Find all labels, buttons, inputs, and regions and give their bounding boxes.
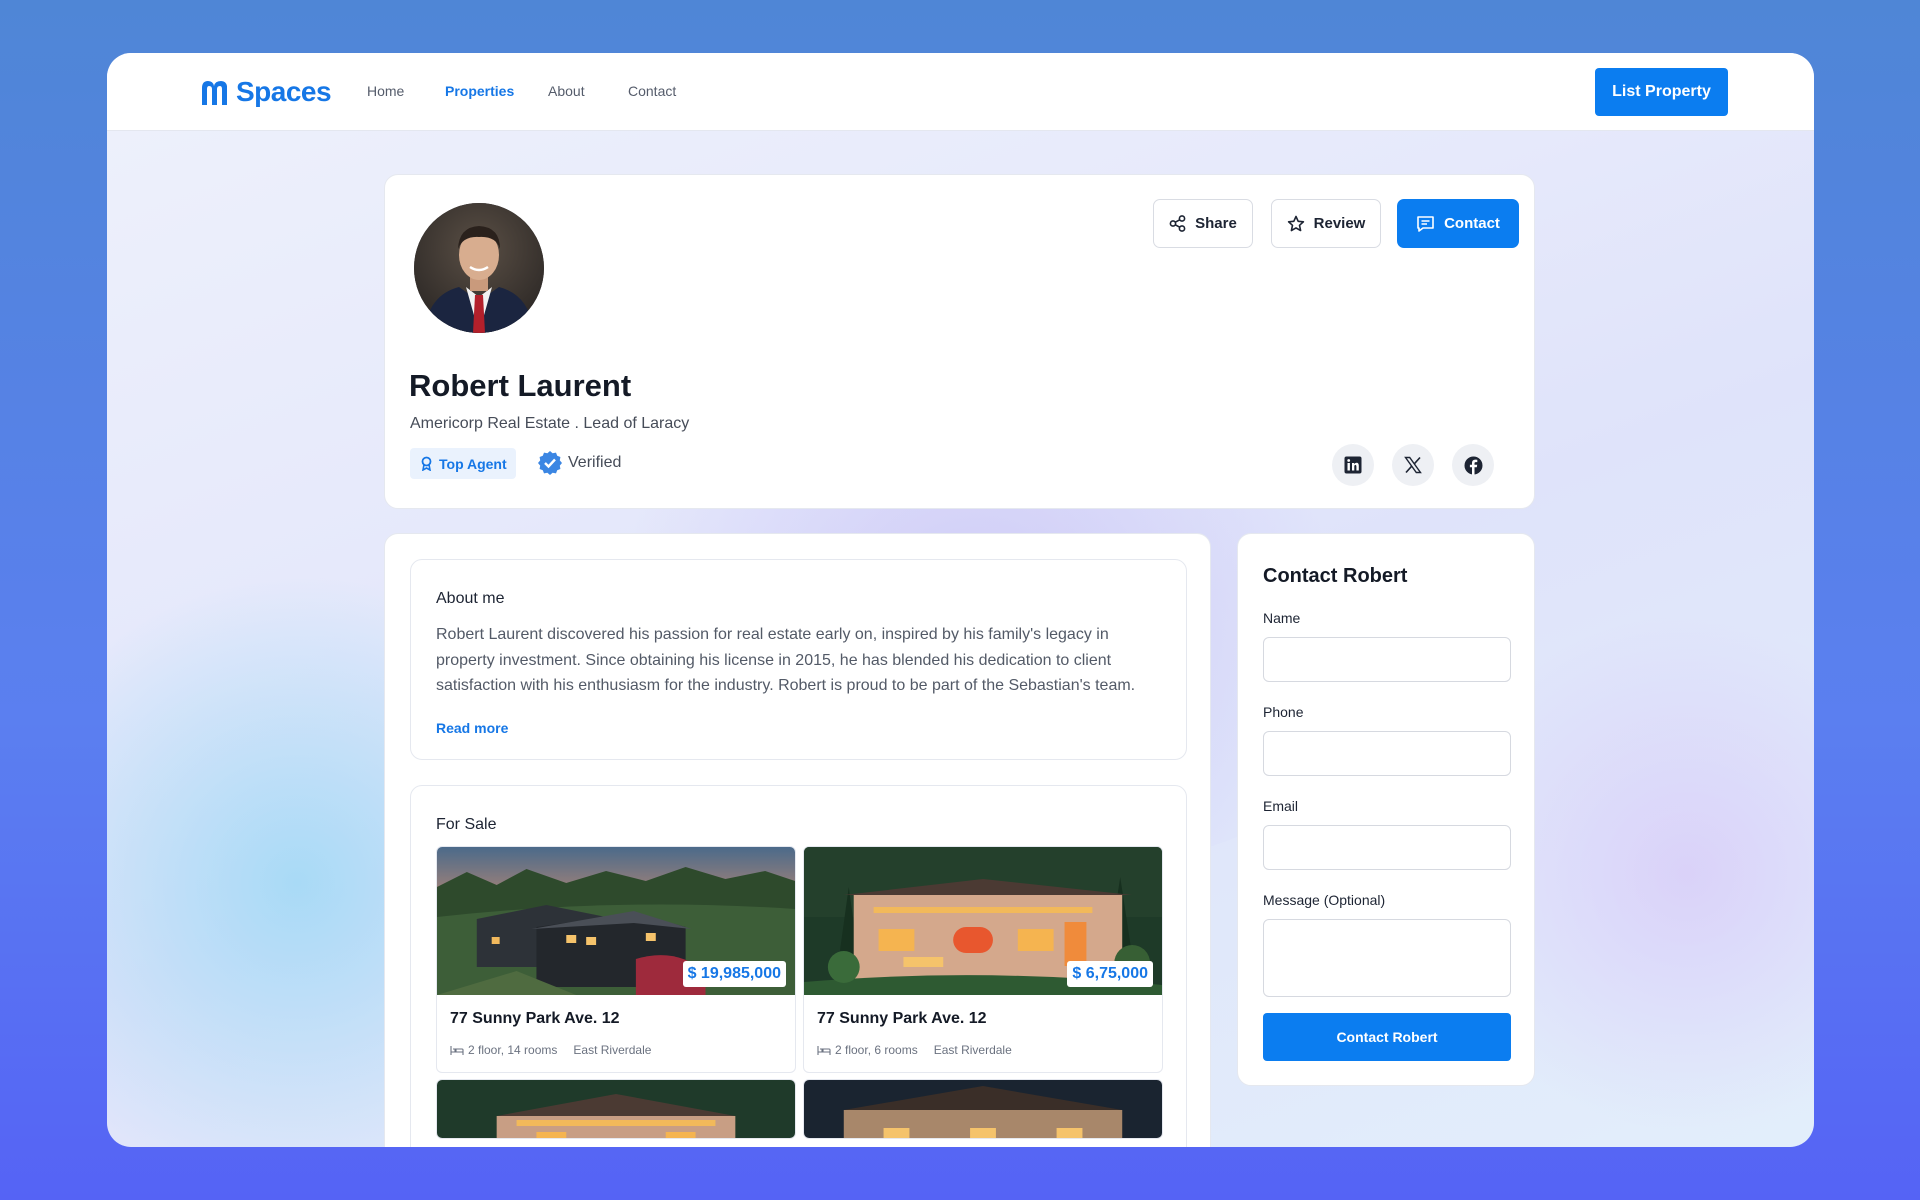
about-text: Robert Laurent discovered his passion fo…: [436, 626, 1136, 694]
property-rooms: 2 floor, 14 rooms: [468, 1043, 558, 1057]
star-icon: [1287, 215, 1304, 231]
property-title: 77 Sunny Park Ave. 12: [450, 1010, 620, 1027]
x-icon: [1404, 456, 1422, 474]
facebook-button[interactable]: [1452, 444, 1494, 486]
contact-label: Contact: [1444, 215, 1500, 232]
for-sale-section: For Sale $ 19,985,000 77 Sunny Park Ave.…: [410, 785, 1187, 1147]
verified-check-icon: [538, 451, 562, 475]
logo-mark-icon: [202, 81, 227, 105]
logo[interactable]: Spaces: [200, 76, 332, 108]
top-agent-label: Top Agent: [439, 455, 507, 472]
read-more-link[interactable]: Read more: [436, 720, 508, 736]
agent-name: Robert Laurent: [409, 368, 632, 403]
bed-icon: [817, 1045, 831, 1055]
property-photo: [437, 1080, 795, 1138]
review-button[interactable]: Review: [1271, 199, 1381, 248]
nav-home[interactable]: Home: [367, 83, 404, 99]
verified-status: Verified: [538, 451, 621, 475]
message-label: Message (Optional): [1263, 892, 1386, 908]
review-label: Review: [1313, 215, 1366, 232]
property-location: East Riverdale: [573, 1043, 652, 1057]
property-card[interactable]: $ 6,75,000 77 Sunny Park Ave. 12 2 floor…: [803, 846, 1163, 1073]
about-section: About me Robert Laurent discovered his p…: [410, 559, 1187, 760]
list-property-button[interactable]: List Property: [1595, 68, 1728, 116]
about-heading: About me: [436, 590, 505, 607]
price-tag: $ 6,75,000: [1067, 961, 1153, 987]
avatar: [414, 203, 544, 333]
agent-details-card: About me Robert Laurent discovered his p…: [384, 533, 1211, 1147]
property-card[interactable]: [803, 1079, 1163, 1139]
message-field[interactable]: [1263, 919, 1511, 997]
contact-form-heading: Contact Robert: [1263, 565, 1408, 587]
share-label: Share: [1195, 215, 1237, 232]
top-agent-badge: Top Agent: [410, 448, 516, 479]
property-rooms: 2 floor, 6 rooms: [835, 1043, 918, 1057]
bed-icon: [450, 1045, 464, 1055]
verified-label: Verified: [568, 454, 622, 471]
share-icon: [1169, 215, 1186, 232]
nav-properties[interactable]: Properties: [445, 83, 514, 99]
logo-text: Spaces: [236, 76, 332, 107]
email-label: Email: [1263, 798, 1299, 814]
name-field[interactable]: [1263, 637, 1511, 682]
phone-field[interactable]: [1263, 731, 1511, 776]
property-location: East Riverdale: [933, 1043, 1012, 1057]
award-icon: [421, 456, 432, 471]
agent-profile-card: Robert Laurent Americorp Real Estate . L…: [384, 174, 1535, 509]
linkedin-icon: [1344, 456, 1362, 474]
facebook-icon: [1464, 456, 1482, 474]
property-meta: 2 floor, 14 rooms East Riverdale: [450, 1043, 651, 1057]
property-title: 77 Sunny Park Ave. 12: [817, 1010, 987, 1027]
for-sale-heading: For Sale: [436, 816, 497, 833]
navbar: Spaces Home Properties About Contact Lis…: [107, 53, 1814, 131]
share-button[interactable]: Share: [1153, 199, 1253, 248]
property-card[interactable]: [436, 1079, 796, 1139]
price-tag: $ 19,985,000: [682, 961, 786, 987]
nav-contact[interactable]: Contact: [628, 83, 676, 99]
nav-about[interactable]: About: [548, 83, 585, 99]
property-photo: [804, 1080, 1162, 1138]
contact-form-card: Contact Robert Name Phone Email Message …: [1237, 533, 1535, 1086]
agent-company: Americorp Real Estate . Lead of Laracy: [410, 415, 690, 432]
message-icon: [1417, 215, 1434, 232]
property-card[interactable]: $ 19,985,000 77 Sunny Park Ave. 12 2 flo…: [436, 846, 796, 1073]
property-meta: 2 floor, 6 rooms East Riverdale: [817, 1043, 1012, 1057]
contact-button[interactable]: Contact: [1397, 199, 1519, 248]
phone-label: Phone: [1263, 704, 1304, 720]
linkedin-button[interactable]: [1332, 444, 1374, 486]
email-field[interactable]: [1263, 825, 1511, 870]
name-label: Name: [1263, 610, 1301, 626]
x-button[interactable]: [1392, 444, 1434, 486]
contact-robert-button[interactable]: Contact Robert: [1263, 1013, 1511, 1061]
app-window: Spaces Home Properties About Contact Lis…: [107, 53, 1814, 1147]
